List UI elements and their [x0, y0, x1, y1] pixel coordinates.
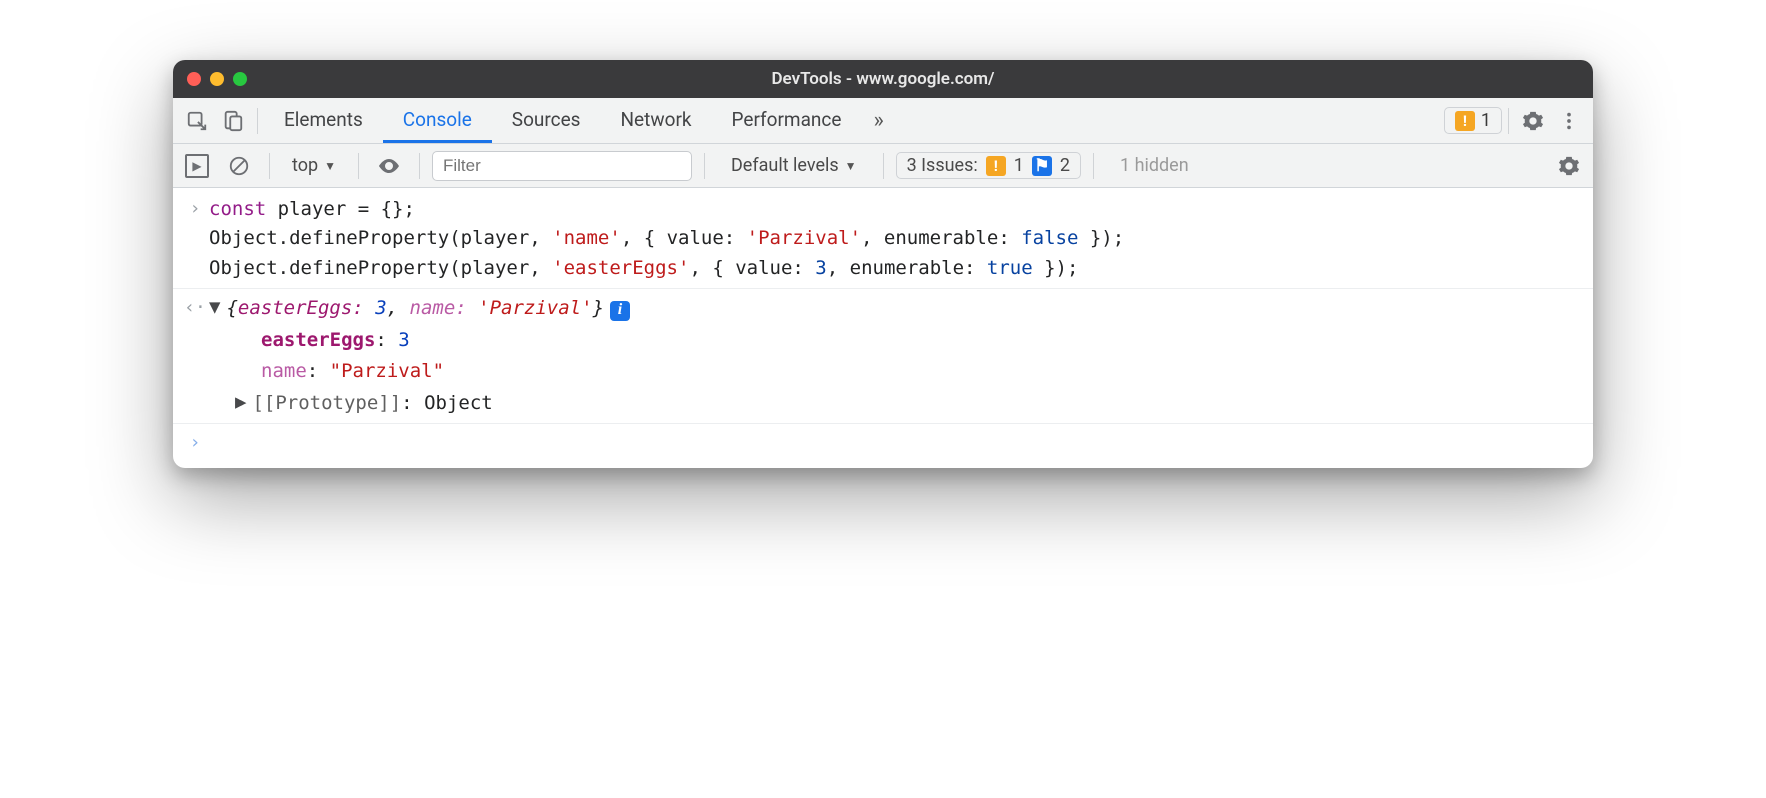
tab-sources[interactable]: Sources: [492, 98, 601, 143]
console-output-row[interactable]: ‹· ▼{easterEggs: 3, name: 'Parzival'}i: [173, 293, 1593, 324]
prototype-row[interactable]: ▶[[Prototype]]: Object: [173, 388, 1593, 419]
divider: [257, 108, 258, 134]
context-label: top: [292, 155, 318, 176]
clear-console-icon[interactable]: [221, 148, 257, 184]
context-selector[interactable]: top ▼: [282, 155, 346, 176]
warning-icon: !: [1455, 111, 1475, 131]
tab-performance[interactable]: Performance: [712, 98, 862, 143]
issues-pill[interactable]: 3 Issues: ! 1 ⚑ 2: [896, 152, 1081, 179]
chevron-down-icon: ▼: [845, 159, 857, 173]
input-prompt-icon: ›: [181, 195, 209, 283]
divider: [1508, 108, 1509, 134]
minimize-dot[interactable]: [210, 72, 224, 86]
window-title: DevTools - www.google.com/: [173, 69, 1593, 89]
divider: [704, 153, 705, 179]
device-toggle-icon[interactable]: [215, 103, 251, 139]
object-property-row[interactable]: easterEggs: 3: [173, 325, 1593, 356]
tab-elements[interactable]: Elements: [264, 98, 383, 143]
warning-icon: !: [986, 156, 1006, 176]
console-toolbar: ▶ top ▼ Default levels ▼ 3 Issues: ! 1 ⚑…: [173, 144, 1593, 188]
kebab-icon[interactable]: [1551, 103, 1587, 139]
hidden-messages[interactable]: 1 hidden: [1106, 155, 1203, 176]
divider: [883, 153, 884, 179]
live-expression-icon[interactable]: [371, 148, 407, 184]
divider: [358, 153, 359, 179]
prop-key: easterEggs: [261, 329, 375, 351]
inspect-icon[interactable]: [179, 103, 215, 139]
prop-key: name: [261, 360, 307, 382]
prompt-input[interactable]: [209, 429, 220, 458]
proto-key: [[Prototype]]: [252, 392, 401, 414]
output-marker-icon: ‹·: [181, 294, 209, 323]
settings-icon[interactable]: [1515, 103, 1551, 139]
console-input-row[interactable]: › const player = {}; Object.defineProper…: [173, 194, 1593, 284]
expander-down-icon[interactable]: ▼: [209, 293, 220, 322]
issues-indicator[interactable]: ! 1: [1444, 107, 1502, 134]
separator: [173, 288, 1593, 289]
prompt-icon: ›: [181, 429, 209, 458]
issues-label: 3 Issues:: [907, 155, 978, 176]
divider: [1093, 153, 1094, 179]
info-badge-icon[interactable]: i: [610, 301, 630, 321]
tab-console[interactable]: Console: [383, 98, 492, 143]
input-code: const player = {}; Object.defineProperty…: [209, 195, 1124, 283]
prop-value: 3: [398, 329, 409, 351]
panel-tabs: Elements Console Sources Network Perform…: [264, 98, 896, 143]
prop-value: "Parzival": [330, 360, 444, 382]
console-prompt-row[interactable]: ›: [173, 428, 1593, 459]
tabs-overflow[interactable]: »: [861, 98, 895, 143]
console-body: › const player = {}; Object.defineProper…: [173, 188, 1593, 468]
sidebar-toggle-icon[interactable]: ▶: [179, 148, 215, 184]
issues-warn-count: 1: [1014, 155, 1024, 176]
info-square-icon: ⚑: [1032, 156, 1052, 176]
log-levels-selector[interactable]: Default levels ▼: [717, 155, 871, 176]
console-settings-icon[interactable]: [1551, 148, 1587, 184]
separator: [173, 423, 1593, 424]
divider: [419, 153, 420, 179]
close-dot[interactable]: [187, 72, 201, 86]
tabs-bar: Elements Console Sources Network Perform…: [173, 98, 1593, 144]
expander-right-icon[interactable]: ▶: [235, 388, 246, 417]
levels-label: Default levels: [731, 155, 839, 176]
divider: [269, 153, 270, 179]
titlebar: DevTools - www.google.com/: [173, 60, 1593, 98]
output-preview: ▼{easterEggs: 3, name: 'Parzival'}i: [209, 294, 630, 323]
issues-count: 1: [1481, 110, 1491, 131]
traffic-lights: [187, 72, 247, 86]
chevron-down-icon: ▼: [324, 159, 336, 173]
issues-info-count: 2: [1060, 155, 1070, 176]
object-property-row[interactable]: name: "Parzival": [173, 356, 1593, 387]
devtools-window: DevTools - www.google.com/ Elements Cons…: [173, 60, 1593, 468]
zoom-dot[interactable]: [233, 72, 247, 86]
filter-input[interactable]: [432, 151, 692, 181]
tab-network[interactable]: Network: [600, 98, 711, 143]
proto-value: Object: [424, 392, 493, 414]
